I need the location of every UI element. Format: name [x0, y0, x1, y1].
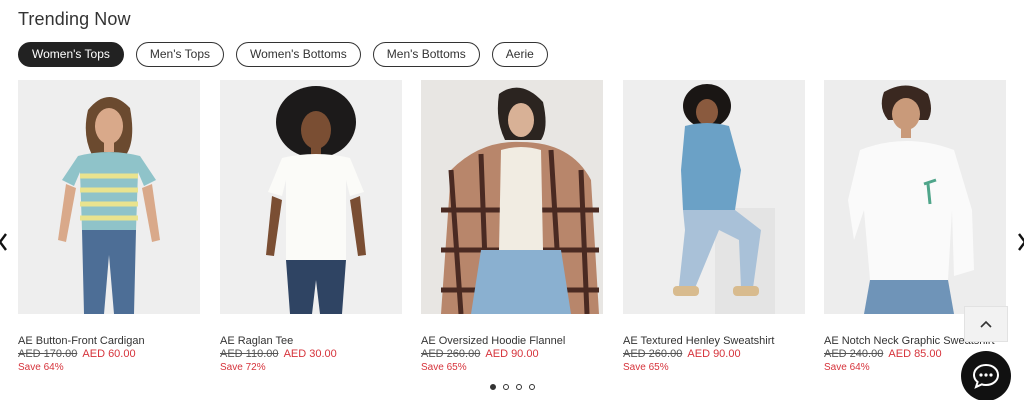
- product-price: AED 170.00 AED 60.00: [18, 348, 200, 360]
- product-name[interactable]: AE Raglan Tee: [220, 335, 402, 347]
- sale-price: AED 60.00: [82, 348, 136, 360]
- save-badge: Save 65%: [623, 362, 669, 373]
- save-badge: Save 64%: [18, 362, 64, 373]
- product-name[interactable]: AE Button-Front Cardigan: [18, 335, 200, 347]
- product-image[interactable]: [421, 80, 603, 314]
- chevron-up-icon: [980, 320, 992, 328]
- back-to-top-button[interactable]: [964, 306, 1008, 342]
- original-price: AED 240.00: [824, 348, 884, 360]
- chat-button[interactable]: [961, 351, 1011, 400]
- product-card[interactable]: AE Oversized Hoodie Flannel AED 260.00 A…: [421, 80, 603, 373]
- chat-bubble-icon: [972, 363, 1000, 389]
- chevron-left-icon[interactable]: [0, 232, 8, 256]
- product-price: AED 260.00 AED 90.00: [623, 348, 805, 360]
- product-image[interactable]: [824, 80, 1006, 314]
- tab-mens-tops[interactable]: Men's Tops: [135, 42, 224, 67]
- sale-price: AED 90.00: [687, 348, 741, 360]
- product-card[interactable]: AE Button-Front Cardigan AED 170.00 AED …: [18, 80, 200, 373]
- product-name[interactable]: AE Textured Henley Sweatshirt: [623, 335, 805, 347]
- save-badge: Save 72%: [220, 362, 266, 373]
- sale-price: AED 30.00: [283, 348, 337, 360]
- product-image[interactable]: [220, 80, 402, 314]
- product-card[interactable]: AE Raglan Tee AED 110.00 AED 30.00 Save …: [220, 80, 402, 373]
- tab-womens-bottoms[interactable]: Women's Bottoms: [236, 42, 361, 67]
- product-card[interactable]: AE Textured Henley Sweatshirt AED 260.00…: [623, 80, 805, 373]
- pagination-dot[interactable]: [529, 384, 535, 390]
- original-price: AED 260.00: [421, 348, 481, 360]
- chevron-right-icon[interactable]: [1017, 232, 1024, 256]
- section-title: Trending Now: [18, 9, 131, 29]
- category-tabs: Women's Tops Men's Tops Women's Bottoms …: [18, 42, 548, 67]
- tab-mens-bottoms[interactable]: Men's Bottoms: [372, 42, 480, 67]
- carousel-pagination: [490, 384, 535, 390]
- save-badge: Save 65%: [421, 362, 467, 373]
- pagination-dot[interactable]: [503, 384, 509, 390]
- original-price: AED 110.00: [220, 348, 279, 360]
- pagination-dot[interactable]: [516, 384, 522, 390]
- product-price: AED 260.00 AED 90.00: [421, 348, 603, 360]
- product-carousel: AE Button-Front Cardigan AED 170.00 AED …: [18, 80, 1024, 380]
- sale-price: AED 85.00: [888, 348, 942, 360]
- original-price: AED 260.00: [623, 348, 683, 360]
- tab-womens-tops[interactable]: Women's Tops: [18, 42, 124, 67]
- pagination-dot[interactable]: [490, 384, 496, 390]
- original-price: AED 170.00: [18, 348, 78, 360]
- product-price: AED 110.00 AED 30.00: [220, 348, 402, 360]
- tab-aerie[interactable]: Aerie: [491, 42, 548, 67]
- product-name[interactable]: AE Oversized Hoodie Flannel: [421, 335, 603, 347]
- sale-price: AED 90.00: [485, 348, 539, 360]
- product-image[interactable]: [18, 80, 200, 314]
- product-image[interactable]: [623, 80, 805, 314]
